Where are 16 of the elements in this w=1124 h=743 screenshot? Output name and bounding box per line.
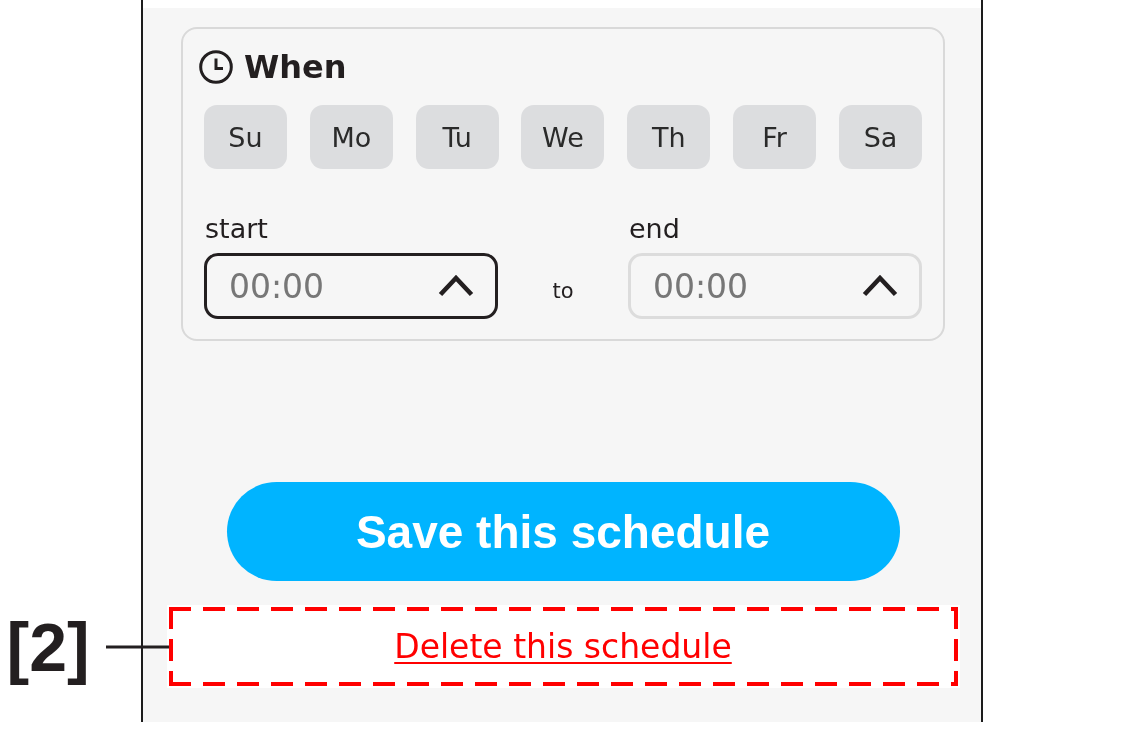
time-label: end	[628, 213, 680, 245]
day-button[interactable]: Su	[204, 105, 287, 169]
delete-link[interactable]: Delete this schedule	[394, 627, 732, 666]
separator-text: to	[552, 281, 574, 302]
time-field[interactable]: 00:00	[204, 253, 498, 319]
chevron-up-icon	[862, 273, 898, 297]
chevron-up-icon	[438, 273, 474, 297]
day-button[interactable]: Mo	[309, 105, 393, 169]
card-title: When	[244, 51, 347, 83]
day-button[interactable]: We	[521, 105, 605, 169]
day-button[interactable]: Tu	[415, 105, 499, 169]
clock-icon	[199, 50, 233, 84]
day-button[interactable]: Th	[627, 105, 711, 169]
time-label: start	[204, 213, 268, 245]
day-button[interactable]: Fr	[733, 105, 817, 169]
day-button[interactable]: Sa	[838, 105, 922, 169]
